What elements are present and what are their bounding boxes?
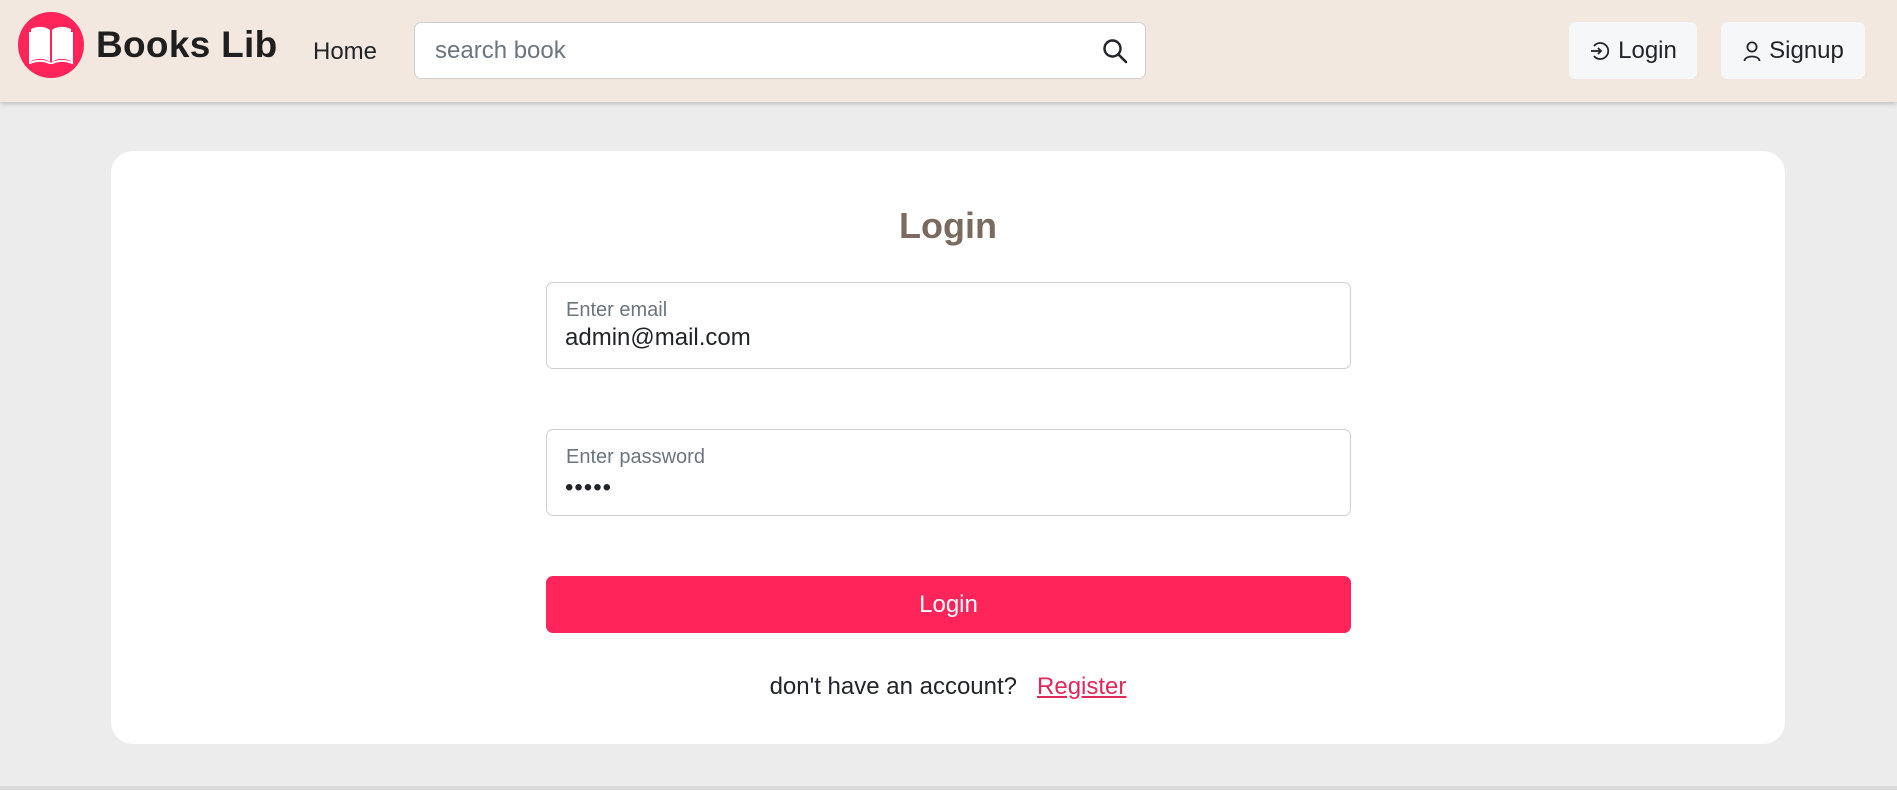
brand-name: Books Lib <box>96 24 278 65</box>
register-prompt: don't have an account? <box>769 673 1018 700</box>
login-icon <box>1591 41 1610 60</box>
nav-signup-button[interactable]: Signup <box>1721 22 1865 79</box>
email-field[interactable]: Enter email admin@mail.com <box>546 282 1351 369</box>
email-value[interactable]: admin@mail.com <box>565 324 751 352</box>
register-link[interactable]: Register <box>1037 673 1126 700</box>
register-row: don't have an account? Register <box>111 673 1785 701</box>
login-card: Login Enter email admin@mail.com Enter p… <box>111 151 1785 744</box>
navbar: Books Lib Home Login Signup <box>0 0 1897 102</box>
search-box <box>414 22 1146 79</box>
user-icon <box>1743 41 1761 61</box>
email-label: Enter email <box>566 299 668 321</box>
nav-home-link[interactable]: Home <box>313 38 377 66</box>
brand-link[interactable]: Books Lib <box>18 12 278 78</box>
nav-login-button[interactable]: Login <box>1569 22 1697 79</box>
search-input[interactable] <box>433 23 1073 78</box>
page-bottom-edge <box>0 786 1897 790</box>
search-icon[interactable] <box>1101 37 1129 65</box>
password-value[interactable]: ••••• <box>565 474 612 502</box>
nav-signup-label: Signup <box>1769 36 1844 64</box>
password-field[interactable]: Enter password ••••• <box>546 429 1351 516</box>
open-book-icon <box>18 12 84 78</box>
nav-login-label: Login <box>1618 36 1677 64</box>
login-submit-button[interactable]: Login <box>546 576 1351 633</box>
page-title: Login <box>899 205 997 246</box>
password-label: Enter password <box>566 446 705 468</box>
